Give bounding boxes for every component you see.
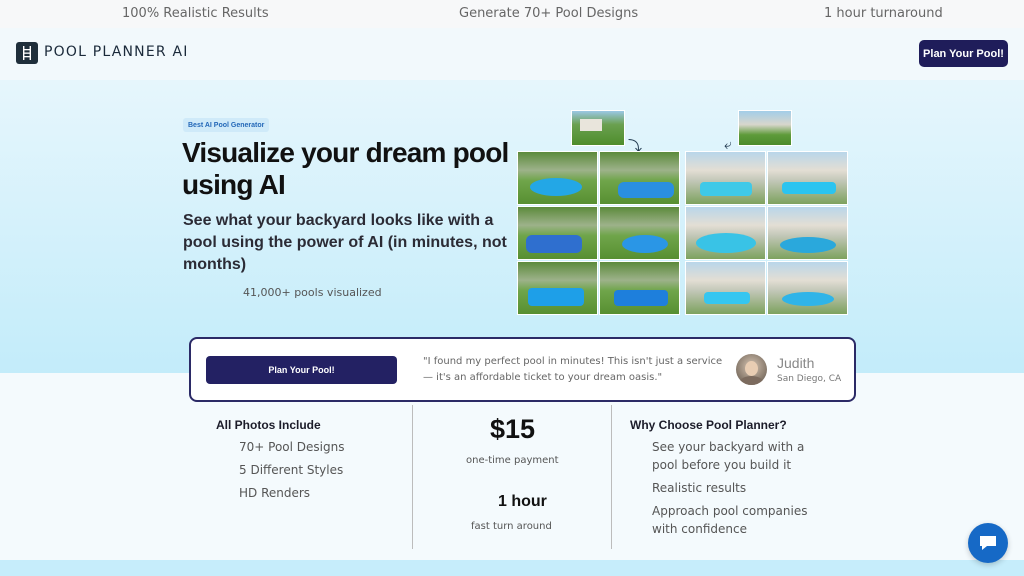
chat-bubble-icon[interactable]: [968, 523, 1008, 563]
price: $15: [490, 414, 536, 444]
feature-item: 5 Different Styles: [239, 463, 344, 477]
pool-result-photo: [767, 206, 848, 260]
feature-item: 70+ Pool Designs: [239, 440, 345, 454]
avatar: [736, 354, 767, 385]
turnaround-time: 1 hour: [498, 493, 547, 510]
pool-result-photo: [599, 151, 680, 205]
announcement-realistic: 100% Realistic Results: [122, 6, 269, 21]
pools-count: 41,000+ pools visualized: [243, 286, 382, 299]
column-divider: [412, 405, 413, 549]
turnaround-label: fast turn around: [471, 521, 552, 532]
pool-result-photo: [517, 261, 598, 315]
pool-result-photo: [767, 261, 848, 315]
pool-result-photo: [599, 206, 680, 260]
pool-result-photo: [685, 151, 766, 205]
testimonial-location: San Diego, CA: [777, 374, 842, 384]
testimonial-card: Plan Your Pool! "I found my perfect pool…: [189, 337, 856, 402]
announcement-turnaround: 1 hour turnaround: [824, 6, 943, 21]
pool-result-photo: [767, 151, 848, 205]
why-choose-title: Why Choose Pool Planner?: [630, 418, 787, 432]
feature-item: HD Renders: [239, 486, 311, 500]
before-photo-right: [738, 110, 792, 146]
announcement-bar: 100% Realistic Results Generate 70+ Pool…: [0, 0, 1024, 28]
plan-pool-button[interactable]: Plan Your Pool!: [206, 356, 397, 384]
hero-badge: Best AI Pool Generator: [183, 118, 270, 132]
navbar: POOL PLANNER AI Plan Your Pool!: [0, 28, 1024, 80]
testimonial-quote: "I found my perfect pool in minutes! Thi…: [423, 356, 723, 383]
pool-result-photo: [517, 151, 598, 205]
photos-include-title: All Photos Include: [216, 418, 321, 432]
hero-title: Visualize your dream pool using AI: [182, 137, 509, 200]
brand-name[interactable]: POOL PLANNER AI: [44, 44, 189, 60]
nav-plan-pool-button[interactable]: Plan Your Pool!: [919, 40, 1008, 67]
ladder-icon[interactable]: [16, 42, 38, 64]
footer-strip: [0, 560, 1024, 576]
before-photo-left: [571, 110, 625, 146]
reason-item: Realistic results: [652, 481, 747, 495]
announcement-designs: Generate 70+ Pool Designs: [459, 6, 639, 21]
column-divider: [611, 405, 612, 549]
hero-subtitle: See what your backyard looks like with a…: [183, 212, 507, 273]
price-label: one-time payment: [466, 455, 559, 466]
pool-result-photo: [685, 261, 766, 315]
pool-result-photo: [599, 261, 680, 315]
reason-item: See your backyard with a pool before you…: [652, 440, 805, 472]
pool-result-photo: [685, 206, 766, 260]
testimonial-name: Judith: [777, 355, 815, 371]
reason-item: Approach pool companies with confidence: [652, 504, 808, 536]
pool-result-photo: [517, 206, 598, 260]
